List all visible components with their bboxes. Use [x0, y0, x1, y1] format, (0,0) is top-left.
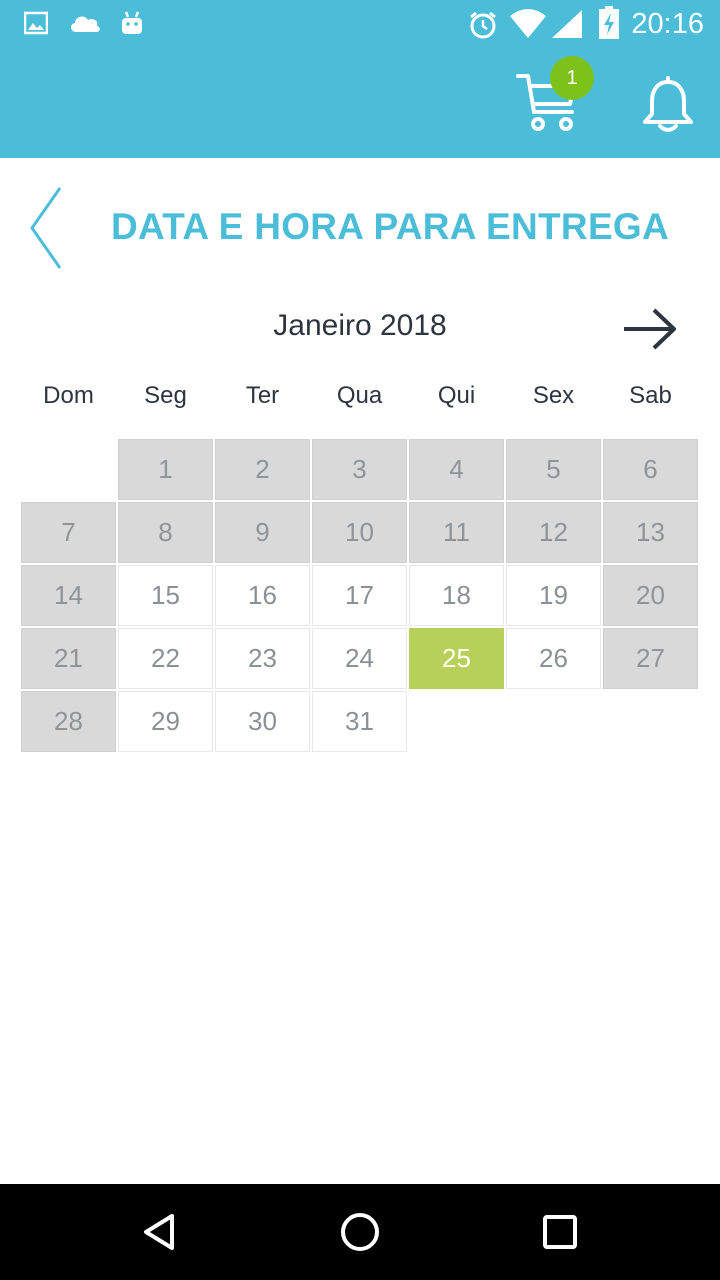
status-time: 20:16	[631, 8, 704, 40]
calendar-grid: 1 2 3 4 5 6 7 8 9 10 11 12 13 14 15 16 17 18 19 20 21 22 23 24 2…	[20, 438, 700, 753]
day-cell[interactable]: 31	[312, 691, 407, 752]
day-cell[interactable]: 24	[312, 628, 407, 689]
signal-icon	[550, 8, 584, 45]
weekday-label: Qui	[437, 382, 476, 409]
empty-cell	[21, 439, 116, 500]
day-cell[interactable]: 18	[409, 565, 504, 626]
weekday-label: Seg	[144, 382, 187, 409]
next-month-arrow-icon[interactable]	[622, 306, 678, 352]
status-bar: 20:16	[0, 0, 720, 48]
system-nav-bar	[0, 1184, 720, 1280]
image-icon	[23, 10, 49, 41]
day-cell: 9	[215, 502, 310, 563]
day-cell: 10	[312, 502, 407, 563]
day-cell[interactable]: 26	[506, 628, 601, 689]
bell-icon[interactable]	[640, 76, 696, 134]
back-triangle-icon[interactable]	[136, 1208, 184, 1256]
weekday-label: Sab	[629, 382, 672, 409]
day-cell: 12	[506, 502, 601, 563]
day-cell[interactable]: 23	[215, 628, 310, 689]
cloud-icon	[68, 10, 102, 41]
day-cell: 4	[409, 439, 504, 500]
day-cell: 13	[603, 502, 698, 563]
day-cell: 3	[312, 439, 407, 500]
day-cell: 6	[603, 439, 698, 500]
day-cell: 5	[506, 439, 601, 500]
day-cell: 11	[409, 502, 504, 563]
day-cell[interactable]: 16	[215, 565, 310, 626]
day-cell: 7	[21, 502, 116, 563]
day-cell: 27	[603, 628, 698, 689]
cart-badge: 1	[550, 56, 594, 100]
day-cell-selected[interactable]: 25	[409, 628, 504, 689]
wifi-icon	[508, 8, 548, 45]
day-cell[interactable]: 29	[118, 691, 213, 752]
day-cell: 14	[21, 565, 116, 626]
day-cell[interactable]: 19	[506, 565, 601, 626]
battery-charging-icon	[598, 6, 620, 45]
android-icon	[120, 10, 144, 43]
weekday-header: Dom Seg Ter Qua Qui Sex Sab	[20, 382, 700, 410]
day-cell[interactable]: 17	[312, 565, 407, 626]
day-cell: 21	[21, 628, 116, 689]
recents-square-icon[interactable]	[536, 1208, 584, 1256]
weekday-label: Dom	[43, 382, 94, 409]
back-chevron-icon[interactable]	[28, 186, 64, 270]
weekday-label: Ter	[245, 382, 280, 409]
home-circle-icon[interactable]	[336, 1208, 384, 1256]
day-cell: 2	[215, 439, 310, 500]
day-cell: 20	[603, 565, 698, 626]
day-cell: 28	[21, 691, 116, 752]
day-cell: 1	[118, 439, 213, 500]
weekday-label: Qua	[336, 382, 383, 409]
day-cell[interactable]: 30	[215, 691, 310, 752]
alarm-icon	[468, 10, 498, 45]
month-label: Janeiro 2018	[273, 309, 447, 342]
day-cell[interactable]: 15	[118, 565, 213, 626]
day-cell[interactable]: 22	[118, 628, 213, 689]
page-title: DATA E HORA PARA ENTREGA	[110, 206, 670, 247]
weekday-label: Sex	[532, 382, 575, 409]
day-cell: 8	[118, 502, 213, 563]
app-bar: 20:16 1	[0, 0, 720, 158]
